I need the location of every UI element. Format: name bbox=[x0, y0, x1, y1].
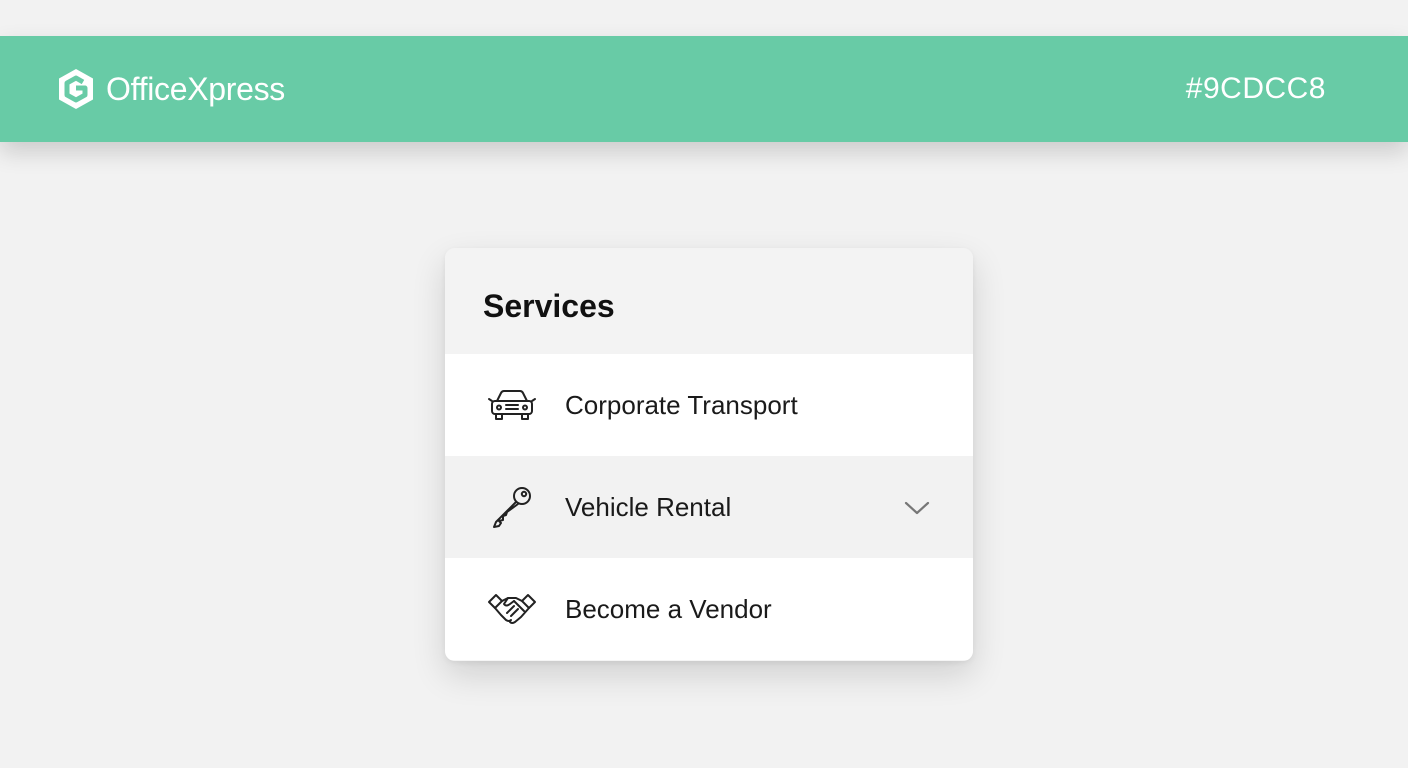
chevron-down-icon[interactable] bbox=[903, 499, 931, 517]
handshake-icon bbox=[488, 594, 536, 624]
menu-item-become-a-vendor[interactable]: Become a Vendor bbox=[445, 558, 973, 660]
menu-title: Services bbox=[445, 248, 973, 354]
menu-item-label: Become a Vendor bbox=[565, 593, 772, 624]
menu-item-label: Vehicle Rental bbox=[565, 491, 732, 522]
menu-item-corporate-transport[interactable]: Corporate Transport bbox=[445, 354, 973, 456]
menu-item-label: Corporate Transport bbox=[565, 389, 798, 420]
key-icon bbox=[493, 487, 531, 528]
top-navigation-bar: OfficeXpress #9CDCC8 bbox=[0, 36, 1408, 142]
hexagon-g-logo-icon bbox=[59, 69, 93, 109]
menu-item-vehicle-rental[interactable]: Vehicle Rental bbox=[445, 456, 973, 558]
brand-name: OfficeXpress bbox=[106, 70, 285, 107]
brand[interactable]: OfficeXpress bbox=[56, 67, 285, 111]
car-icon bbox=[488, 390, 536, 420]
color-code-label: #9CDCC8 bbox=[1185, 72, 1326, 105]
services-menu: Services Corporate Transport Vehicle Ren… bbox=[445, 248, 973, 661]
